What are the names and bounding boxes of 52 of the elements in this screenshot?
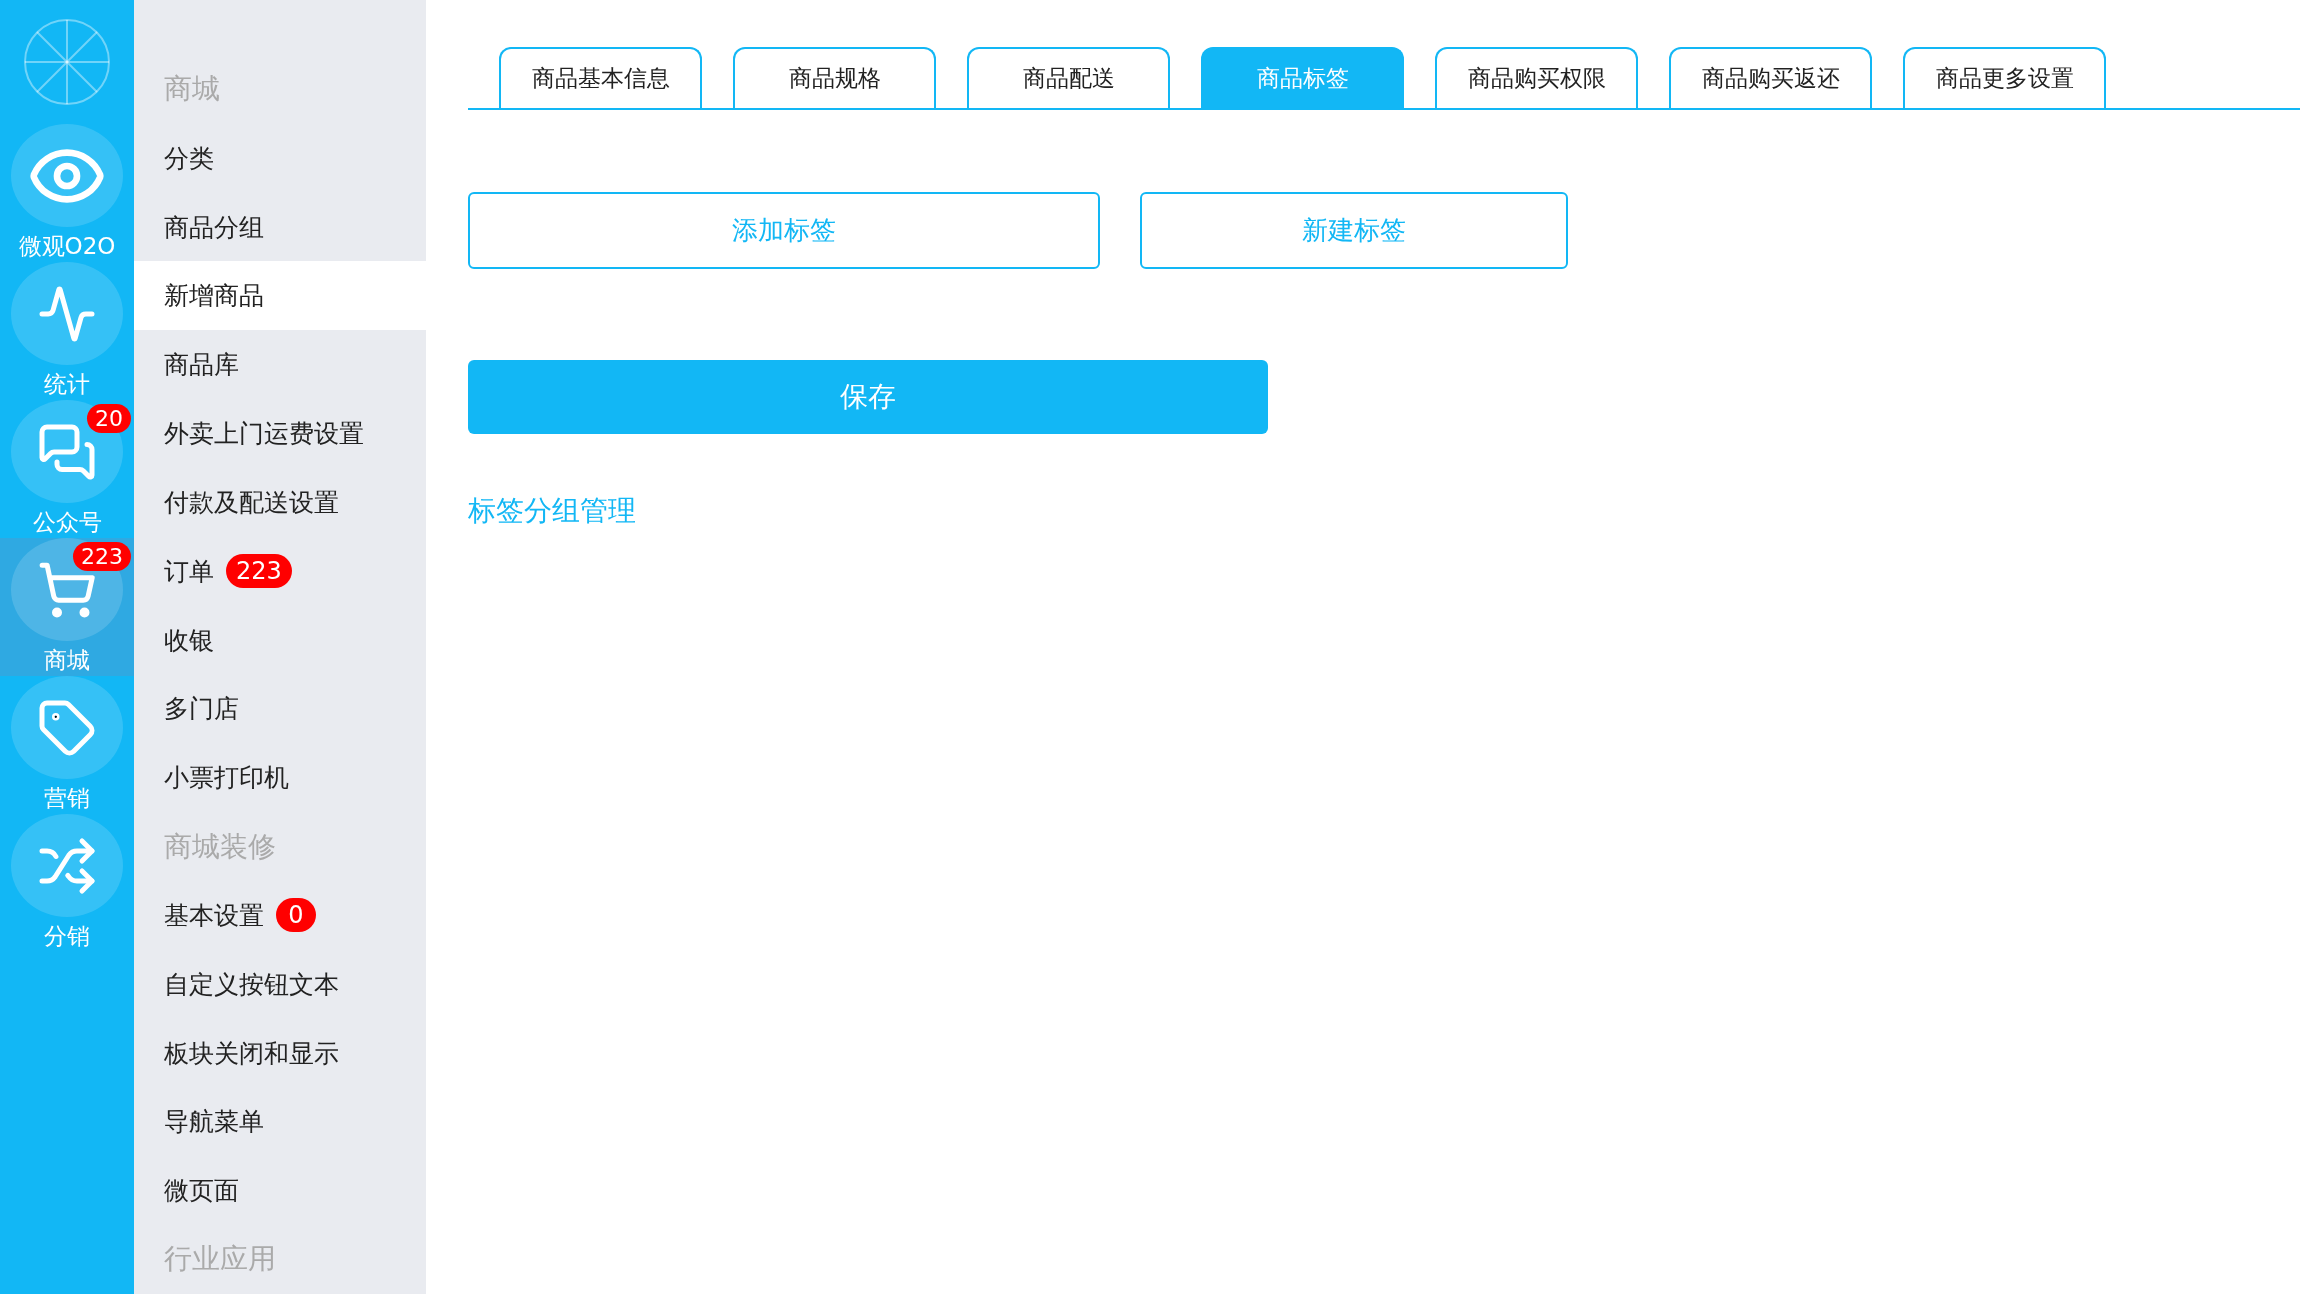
tab[interactable]: 商品更多设置	[1903, 47, 2106, 108]
sidebar-item[interactable]: 新增商品	[134, 261, 426, 331]
sidebar-item[interactable]: 基本设置 0	[134, 880, 426, 950]
tab[interactable]: 商品配送	[967, 47, 1170, 108]
sidebar-item[interactable]: 外卖上门运费设置	[134, 399, 426, 468]
sidebar-label: 外卖上门运费设置	[164, 418, 364, 451]
sidebar-item[interactable]: 订单 223	[134, 536, 426, 606]
tab[interactable]: 商品规格	[733, 47, 936, 108]
rail-label: 营销	[44, 784, 90, 813]
wheel-logo-icon	[23, 18, 111, 106]
rail-label: 商城	[44, 646, 90, 675]
sidebar-item[interactable]: 分类	[134, 123, 426, 193]
sidebar-label: 多门店	[164, 693, 239, 726]
sidebar-item[interactable]: 收银	[134, 605, 426, 675]
sidebar-label: 自定义按钮文本	[164, 968, 339, 1001]
sidebar-label: 新增商品	[164, 280, 264, 313]
tab[interactable]: 商品基本信息	[499, 47, 702, 108]
sidebar-label: 微页面	[164, 1175, 239, 1208]
count-badge: 0	[276, 898, 316, 933]
sidebar-item[interactable]: 自定义按钮文本	[134, 949, 426, 1019]
sidebar-item[interactable]: 商品库	[134, 330, 426, 400]
section-header: 商城装修	[163, 828, 277, 865]
sidebar-item[interactable]: 小票打印机	[134, 743, 426, 813]
sidebar-item[interactable]: 多门店	[134, 674, 426, 744]
sidebar-label: 商品库	[164, 349, 239, 382]
rail-nav-item[interactable]: 223 商城	[0, 538, 134, 676]
tab[interactable]: 商品购买权限	[1435, 47, 1638, 108]
section-header: 商城	[163, 71, 221, 108]
sidebar-label: 导航菜单	[164, 1106, 264, 1139]
rail-label: 微观O2O	[18, 232, 116, 261]
sidebar-label: 分类	[164, 142, 214, 175]
sidebar-item[interactable]: 板块关闭和显示	[134, 1018, 426, 1088]
sidebar-label: 商品分组	[164, 211, 264, 244]
sidebar-item[interactable]: 微页面	[134, 1156, 426, 1226]
sidebar-label: 板块关闭和显示	[164, 1037, 339, 1070]
rail-label: 分销	[44, 922, 90, 951]
section-header: 行业应用	[163, 1241, 277, 1278]
sidebar-label: 基本设置	[164, 899, 264, 932]
sidebar-label: 订单	[164, 555, 214, 588]
sidebar-label: 小票打印机	[164, 762, 289, 795]
sidebar-item[interactable]: 商品分组	[134, 192, 426, 262]
shuffle-icon	[37, 835, 97, 896]
sidebar-item[interactable]: 付款及配送设置	[134, 467, 426, 537]
sidebar-item[interactable]: 导航菜单	[134, 1087, 426, 1157]
rail-label: 统计	[44, 370, 90, 399]
count-badge: 223	[226, 554, 292, 589]
sidebar-label: 付款及配送设置	[164, 486, 339, 519]
count-badge: 20	[87, 404, 131, 433]
tab[interactable]: 商品购买返还	[1669, 47, 1872, 108]
rail-label: 公众号	[32, 508, 102, 537]
sidebar-label: 收银	[164, 624, 214, 657]
count-badge: 223	[73, 542, 131, 571]
